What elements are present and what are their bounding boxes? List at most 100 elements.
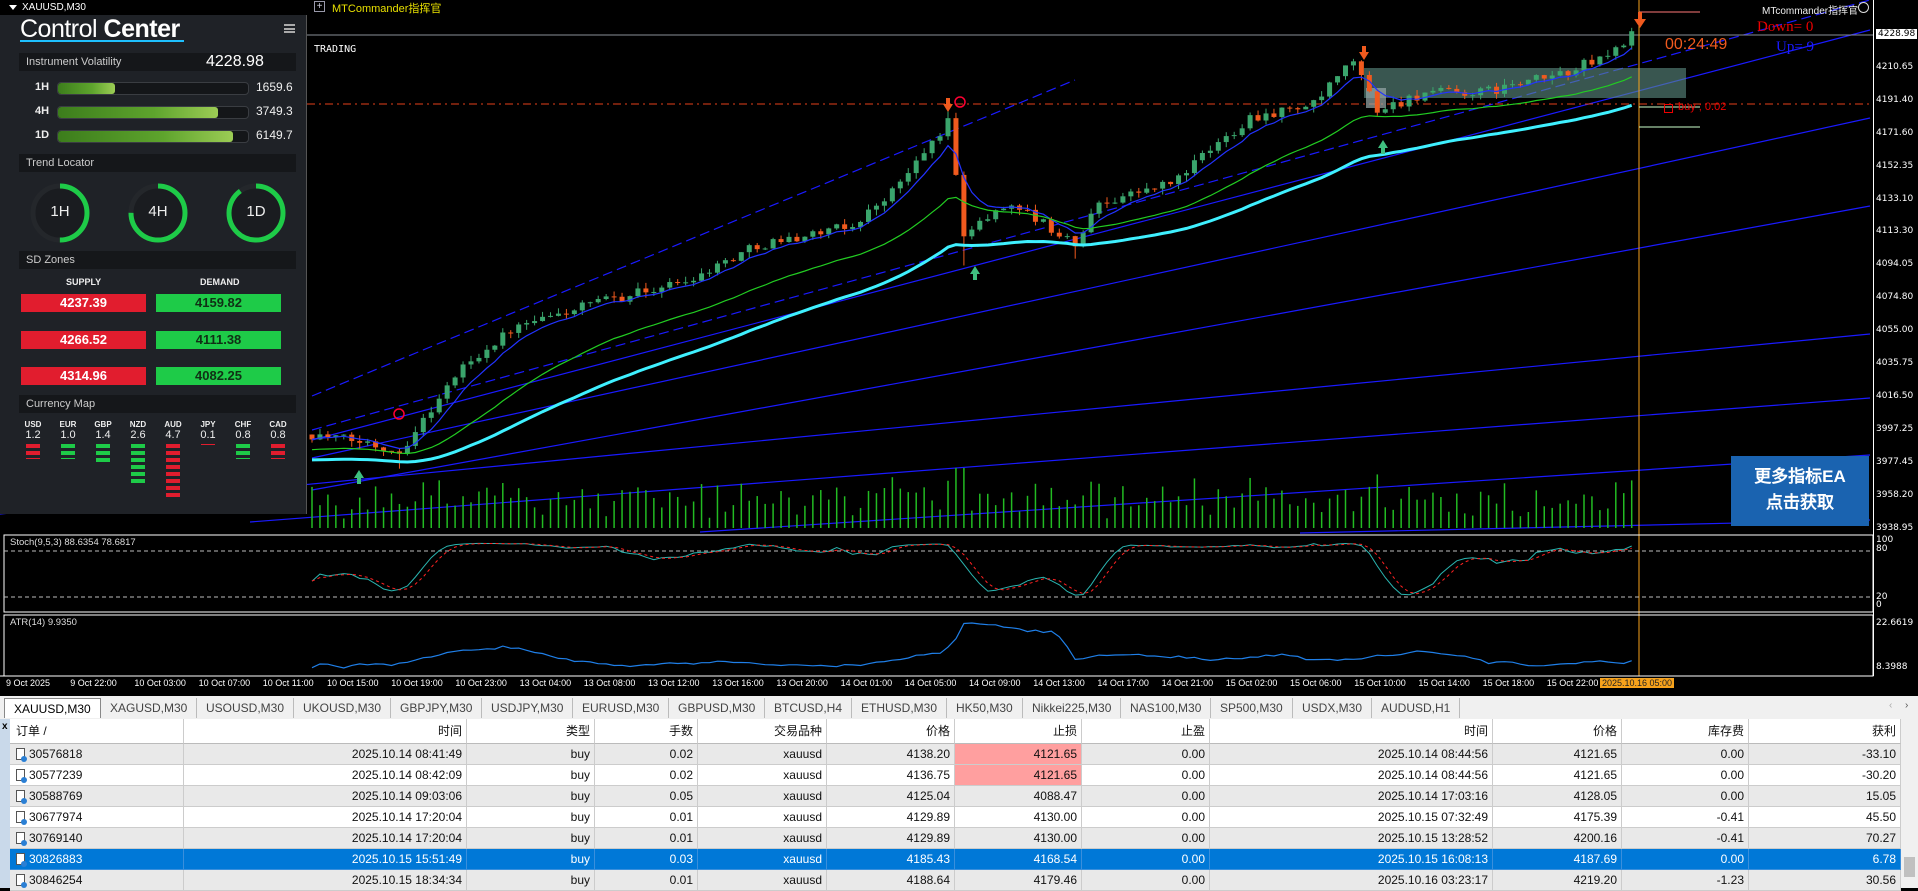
chart-tab[interactable]: HK50,M30 xyxy=(947,698,1023,718)
candle xyxy=(1605,49,1611,60)
table-cell: 0.00 xyxy=(1622,765,1749,786)
table-row[interactable]: 30826883 2025.10.15 15:51:49 buy 0.03 xauusd… xyxy=(10,849,1901,870)
cell-text: 时间 xyxy=(1463,724,1488,738)
expand-indicator-button[interactable]: + xyxy=(314,1,325,12)
order-close-icon[interactable] xyxy=(1664,104,1673,113)
table-row[interactable]: 30769140 2025.10.14 17:20:04 buy 0.01 xauusd… xyxy=(10,828,1901,849)
column-header[interactable]: 手数 xyxy=(595,719,698,744)
cell-text: 2025.10.15 15:51:49 xyxy=(351,852,462,866)
price-tick: 4016.50 xyxy=(1876,390,1914,401)
table-cell: -0.41 xyxy=(1622,828,1749,849)
candle xyxy=(492,344,498,353)
candle xyxy=(436,394,442,415)
banner-line-1: 更多指标EA xyxy=(1754,467,1846,486)
chart-tab[interactable]: GBPJPY,M30 xyxy=(391,698,483,718)
menu-icon[interactable] xyxy=(284,24,295,33)
price-tick: 4113.30 xyxy=(1876,226,1914,237)
candle xyxy=(444,381,450,404)
price-tick: 4035.75 xyxy=(1876,358,1914,368)
column-header[interactable]: 交易品种 xyxy=(698,719,827,744)
column-header[interactable]: 获利 xyxy=(1749,719,1901,744)
tab-scroll-left[interactable]: ‹ xyxy=(1889,700,1892,711)
candle xyxy=(1350,58,1356,71)
cell-text: buy xyxy=(570,768,590,782)
cell-text: 0.00 xyxy=(1181,747,1205,761)
strength-bar-thin xyxy=(201,444,215,445)
strength-bar xyxy=(96,444,110,448)
close-terminal-icon[interactable]: x xyxy=(2,721,8,732)
cell-text: 时间 xyxy=(437,724,462,738)
chart-tab[interactable]: EURUSD,M30 xyxy=(573,698,670,718)
candle xyxy=(730,258,736,262)
table-scrollbar[interactable] xyxy=(1901,719,1918,888)
column-header[interactable]: 类型 xyxy=(467,719,595,744)
column-header[interactable]: 时间 xyxy=(184,719,467,744)
chart-tab[interactable]: AUDUSD,H1 xyxy=(1372,698,1461,718)
strength-bar xyxy=(131,451,145,455)
ring-label: 4H xyxy=(148,203,168,220)
cell-text: 4121.65 xyxy=(1033,747,1077,761)
chart-tab[interactable]: ETHUSD,M30 xyxy=(852,698,948,718)
cell-text: 30769140 xyxy=(29,831,83,845)
price-tick: 4133.10 xyxy=(1876,193,1914,204)
chart-tab[interactable]: UKOUSD,M30 xyxy=(294,698,392,718)
stoch-tick-80: 80 xyxy=(1876,544,1888,554)
chart-tab[interactable]: USDX,M30 xyxy=(1293,698,1373,718)
cell-text: xauusd xyxy=(783,852,822,866)
table-cell: buy xyxy=(467,828,595,849)
candle xyxy=(516,322,522,338)
chart-tab[interactable]: XAGUSD,M30 xyxy=(101,698,198,718)
column-header[interactable]: 止盈 xyxy=(1082,719,1210,744)
cell-text: 30577239 xyxy=(29,768,83,782)
chart-tab[interactable]: BTCUSD,H4 xyxy=(765,698,853,718)
chart-tab[interactable]: SP500,M30 xyxy=(1211,698,1293,718)
candle xyxy=(524,319,530,330)
chart-tab[interactable]: USOUSD,M30 xyxy=(197,698,295,718)
currency-value: 0.8 xyxy=(270,429,286,441)
price-tick: 4191.40 xyxy=(1876,94,1914,105)
cell-text: 价格 xyxy=(1592,724,1617,738)
volatility-value: 3749.3 xyxy=(256,104,293,118)
chart-tab[interactable]: NAS100,M30 xyxy=(1121,698,1212,718)
candle xyxy=(826,227,832,239)
time-tick: 13 Oct 04:00 xyxy=(519,678,572,688)
candle xyxy=(1335,76,1341,86)
chart-tab[interactable]: GBPUSD,M30 xyxy=(669,698,766,718)
table-row[interactable]: 30588769 2025.10.14 09:03:06 buy 0.05 xauusd… xyxy=(10,786,1901,807)
cell-text: 0.00 xyxy=(1720,768,1744,782)
time-tick: 15 Oct 02:00 xyxy=(1225,678,1278,688)
candle xyxy=(571,309,577,316)
chart-tab[interactable]: XAUUSD,M30 xyxy=(4,698,101,718)
ring-label: 1D xyxy=(246,203,266,220)
dropdown-icon[interactable] xyxy=(9,5,17,10)
column-header[interactable]: 库存费 xyxy=(1622,719,1749,744)
column-header[interactable]: 价格 xyxy=(827,719,955,744)
chart-tab[interactable]: USDJPY,M30 xyxy=(482,698,574,718)
promo-banner[interactable]: 更多指标EA 点击获取 xyxy=(1731,456,1869,526)
bar-countdown: 00:24:49 xyxy=(1665,36,1728,53)
supply-zone-value: 4237.39 xyxy=(21,294,146,312)
table-cell: xauusd xyxy=(698,849,827,870)
cell-text: 止盈 xyxy=(1180,724,1205,738)
table-cell: 0.02 xyxy=(595,744,698,765)
table-row[interactable]: 30576818 2025.10.14 08:41:49 buy 0.02 xauusd… xyxy=(10,744,1901,765)
cell-text: 0.01 xyxy=(669,873,693,887)
demand-label: DEMAND xyxy=(200,277,240,287)
column-header[interactable]: 订单 / xyxy=(10,719,184,744)
candle xyxy=(778,235,784,245)
column-header[interactable]: 时间 xyxy=(1210,719,1493,744)
table-row[interactable]: 30677974 2025.10.14 17:20:04 buy 0.01 xauusd… xyxy=(10,807,1901,828)
table-cell: 0.01 xyxy=(595,807,698,828)
table-cell: 4121.65 xyxy=(1493,744,1622,765)
table-row[interactable]: 30577239 2025.10.14 08:42:09 buy 0.02 xauusd… xyxy=(10,765,1901,786)
cell-text: 库存费 xyxy=(1707,724,1744,738)
candle xyxy=(953,112,959,176)
strength-bar xyxy=(166,451,180,455)
column-header[interactable]: 止损 xyxy=(955,719,1082,744)
scrollbar-thumb[interactable] xyxy=(1904,857,1915,877)
candle xyxy=(1112,197,1118,205)
channel-line xyxy=(311,117,1871,459)
chart-tab[interactable]: Nikkei225,M30 xyxy=(1023,698,1122,718)
tab-scroll-right[interactable]: › xyxy=(1905,700,1908,711)
column-header[interactable]: 价格 xyxy=(1493,719,1622,744)
